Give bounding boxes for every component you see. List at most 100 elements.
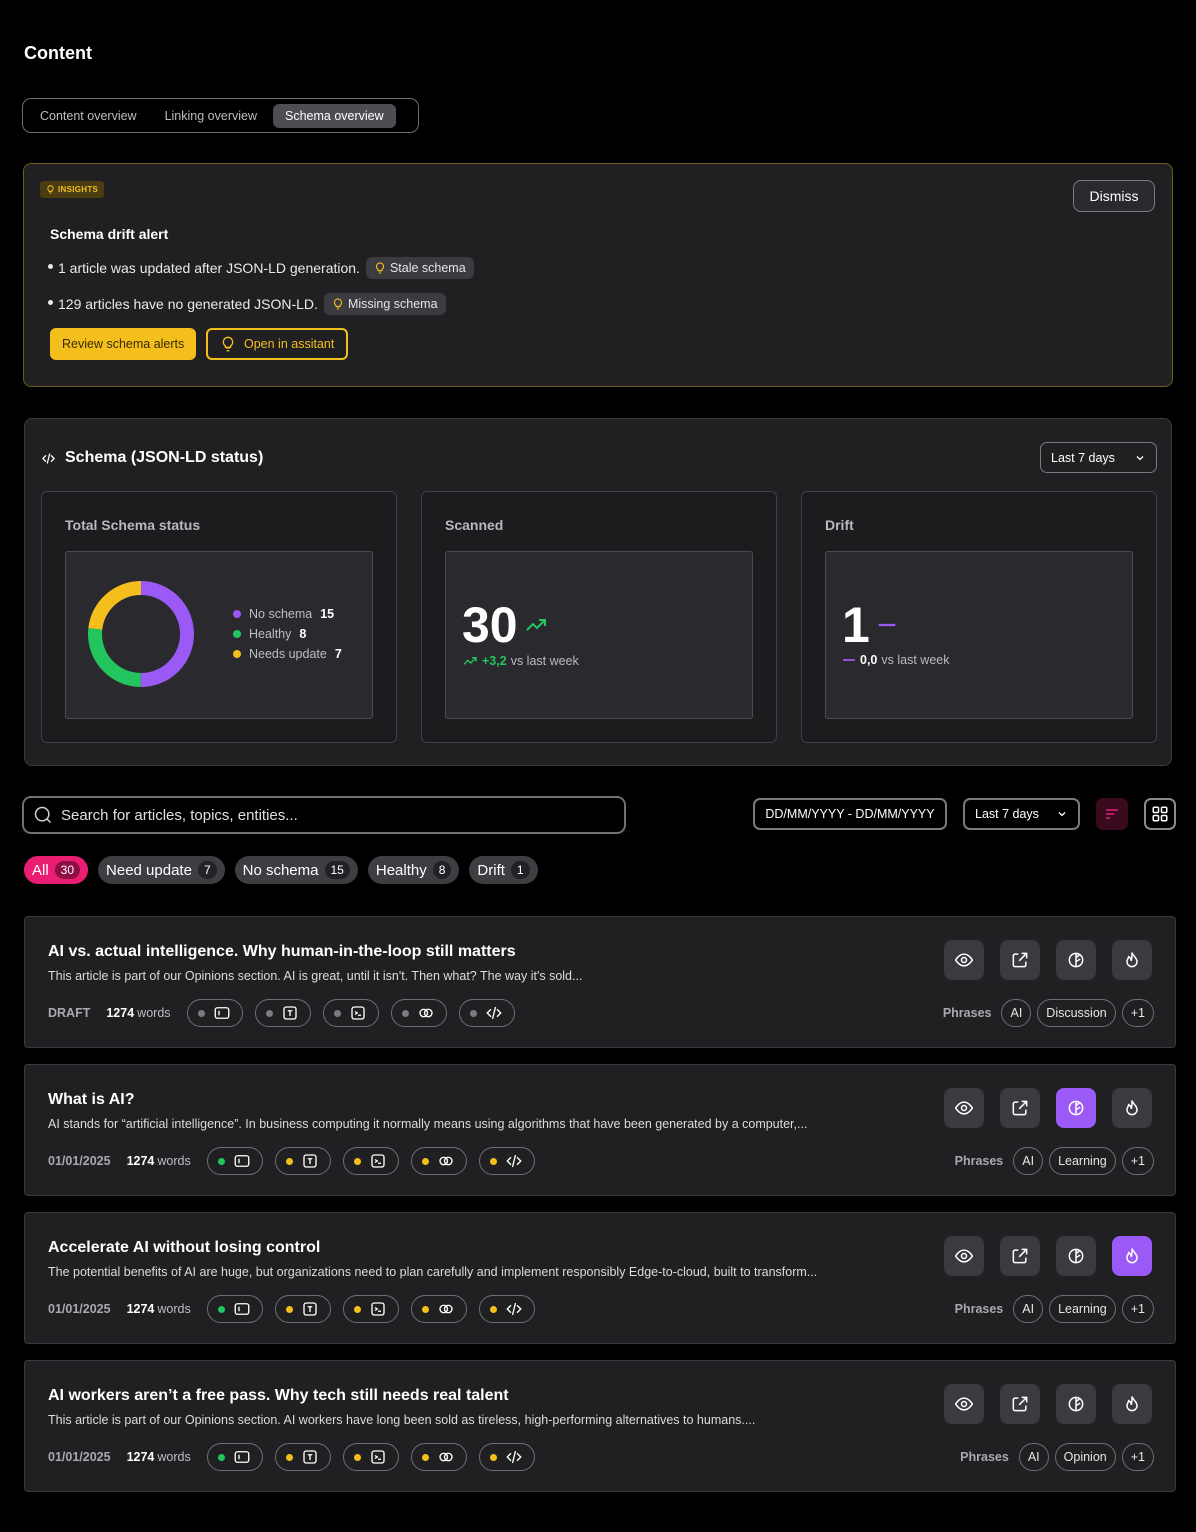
text-format-icon xyxy=(283,1006,297,1020)
open-external-button[interactable] xyxy=(1000,940,1040,980)
list-range-select[interactable]: Last 7 days xyxy=(963,798,1080,830)
alert-title: Schema drift alert xyxy=(50,226,169,242)
evergreen-button[interactable] xyxy=(1056,1088,1096,1128)
article-title[interactable]: AI workers aren’t a free pass. Why tech … xyxy=(48,1387,509,1405)
scanned-metric-box: 30 +3,2 vs last week xyxy=(445,551,753,719)
leaf-icon xyxy=(1068,1396,1084,1412)
link-status[interactable] xyxy=(410,1147,467,1175)
terminal-status[interactable] xyxy=(342,1147,399,1175)
terminal-status[interactable] xyxy=(342,1443,399,1471)
schema-status[interactable] xyxy=(478,1295,535,1323)
filter-pill-healthy[interactable]: Healthy 8 xyxy=(367,856,460,884)
article-phrases: Phrases AI Discussion +1 xyxy=(943,999,1154,1027)
tab-content-overview[interactable]: Content overview xyxy=(28,104,149,128)
view-button[interactable] xyxy=(944,940,984,980)
view-button[interactable] xyxy=(944,1236,984,1276)
evergreen-button[interactable] xyxy=(1056,940,1096,980)
dismiss-button[interactable]: Dismiss xyxy=(1073,180,1155,212)
link-status[interactable] xyxy=(410,1443,467,1471)
schema-status[interactable] xyxy=(478,1147,535,1175)
tab-linking-overview[interactable]: Linking overview xyxy=(153,104,269,128)
article-description: This article is part of our Opinions sec… xyxy=(48,969,583,983)
article-card[interactable]: What is AI? AI stands for “artificial in… xyxy=(24,1064,1176,1196)
filter-pill-all[interactable]: All 30 xyxy=(24,856,89,884)
open-external-button[interactable] xyxy=(1000,1088,1040,1128)
external-link-icon xyxy=(1012,952,1028,968)
article-card[interactable]: AI vs. actual intelligence. Why human-in… xyxy=(24,916,1176,1048)
article-card[interactable]: Accelerate AI without losing control The… xyxy=(24,1212,1176,1344)
open-external-button[interactable] xyxy=(1000,1236,1040,1276)
date-range-input[interactable]: DD/MM/YYYY - DD/MM/YYYY xyxy=(753,798,947,830)
phrases-label: Phrases xyxy=(954,1154,1004,1168)
title-status[interactable] xyxy=(274,1147,331,1175)
phrase-more-tag[interactable]: +1 xyxy=(1121,1295,1154,1323)
phrase-tag[interactable]: Learning xyxy=(1049,1147,1116,1175)
schema-status[interactable] xyxy=(478,1443,535,1471)
link-status[interactable] xyxy=(390,999,447,1027)
card-label: Scanned xyxy=(445,517,504,533)
word-count: 1274 words xyxy=(126,1302,191,1316)
trending-button[interactable] xyxy=(1112,1236,1152,1276)
evergreen-button[interactable] xyxy=(1056,1236,1096,1276)
terminal-status[interactable] xyxy=(322,999,379,1027)
article-title[interactable]: AI vs. actual intelligence. Why human-in… xyxy=(48,943,516,961)
trending-button[interactable] xyxy=(1112,1384,1152,1424)
lightbulb-icon xyxy=(333,298,342,310)
filter-pill-need-update[interactable]: Need update 7 xyxy=(98,856,225,884)
view-button[interactable] xyxy=(944,1384,984,1424)
sort-button[interactable] xyxy=(1096,798,1128,830)
filter-pill-drift[interactable]: Drift 1 xyxy=(469,856,538,884)
seo-status[interactable] xyxy=(186,999,243,1027)
drift-metric-box: 1 0,0 vs last week xyxy=(825,551,1133,719)
seo-status[interactable] xyxy=(206,1443,263,1471)
phrase-tag[interactable]: AI xyxy=(1001,999,1032,1027)
review-schema-alerts-button[interactable]: Review schema alerts xyxy=(50,328,197,360)
evergreen-button[interactable] xyxy=(1056,1384,1096,1424)
article-card[interactable]: AI workers aren’t a free pass. Why tech … xyxy=(24,1360,1176,1492)
filter-pill-no-schema[interactable]: No schema 15 xyxy=(234,856,358,884)
search-input[interactable]: Search for articles, topics, entities... xyxy=(22,796,626,834)
title-status[interactable] xyxy=(274,1295,331,1323)
trending-button[interactable] xyxy=(1112,940,1152,980)
seo-status[interactable] xyxy=(206,1295,263,1323)
grid-view-button[interactable] xyxy=(1144,798,1176,830)
search-icon xyxy=(34,806,52,824)
trending-button[interactable] xyxy=(1112,1088,1152,1128)
legend-item-needs-update: Needs update 7 xyxy=(233,647,342,661)
view-button[interactable] xyxy=(944,1088,984,1128)
open-in-assistant-button[interactable]: Open in assitant xyxy=(206,328,349,360)
terminal-icon xyxy=(371,1302,385,1316)
link-icon xyxy=(439,1156,453,1166)
phrase-tag[interactable]: Learning xyxy=(1049,1295,1116,1323)
phrase-tag[interactable]: AI xyxy=(1018,1443,1049,1471)
schema-range-select[interactable]: Last 7 days xyxy=(1040,442,1157,473)
seo-status[interactable] xyxy=(206,1147,263,1175)
terminal-status[interactable] xyxy=(342,1295,399,1323)
link-icon xyxy=(439,1304,453,1314)
legend-item-healthy: Healthy 8 xyxy=(233,627,342,641)
phrase-tag[interactable]: AI xyxy=(1013,1295,1044,1323)
phrase-tag[interactable]: Discussion xyxy=(1037,999,1116,1027)
phrase-more-tag[interactable]: +1 xyxy=(1121,999,1154,1027)
word-count: 1274 words xyxy=(126,1450,191,1464)
schema-panel-title: Schema (JSON-LD status) xyxy=(41,449,263,467)
stale-schema-chip: Stale schema xyxy=(365,257,474,279)
flame-icon xyxy=(1126,1100,1138,1116)
title-status[interactable] xyxy=(254,999,311,1027)
article-title[interactable]: What is AI? xyxy=(48,1091,135,1109)
eye-icon xyxy=(954,1101,974,1115)
phrase-more-tag[interactable]: +1 xyxy=(1121,1443,1154,1471)
phrase-tag[interactable]: AI xyxy=(1013,1147,1044,1175)
open-external-button[interactable] xyxy=(1000,1384,1040,1424)
card-label: Drift xyxy=(825,517,854,533)
schema-status[interactable] xyxy=(458,999,515,1027)
external-link-icon xyxy=(1012,1396,1028,1412)
link-status[interactable] xyxy=(410,1295,467,1323)
code-icon xyxy=(506,1154,522,1168)
title-status[interactable] xyxy=(274,1443,331,1471)
tab-schema-overview[interactable]: Schema overview xyxy=(273,103,396,128)
article-phrases: Phrases AI Learning +1 xyxy=(955,1295,1154,1323)
phrase-tag[interactable]: Opinion xyxy=(1054,1443,1116,1471)
phrase-more-tag[interactable]: +1 xyxy=(1121,1147,1154,1175)
article-title[interactable]: Accelerate AI without losing control xyxy=(48,1239,320,1257)
